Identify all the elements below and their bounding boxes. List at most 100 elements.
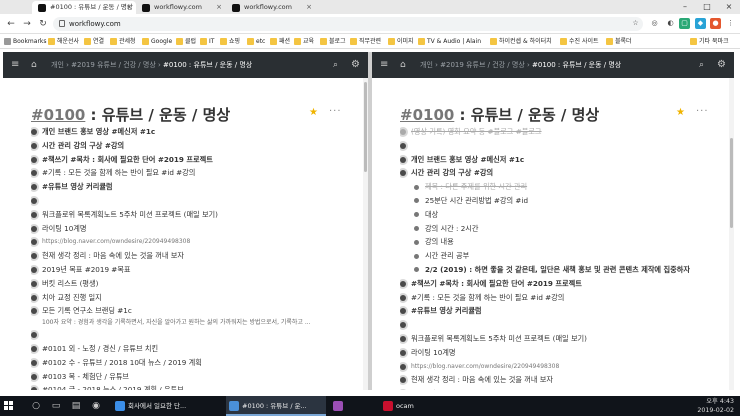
task-view-icon[interactable]: ▭ — [50, 400, 62, 412]
list-item[interactable]: 현재 생각 정리 : 마음 속에 있는 것을 꺼내 보자 — [31, 249, 356, 263]
list-item[interactable]: 모든 기록 연구소 브랜딩 #1c — [31, 304, 356, 318]
title-tag[interactable]: #0100 — [31, 106, 85, 124]
gear-icon[interactable]: ⚙ — [351, 52, 360, 78]
list-item-text[interactable]: #기록 : 모든 것을 함께 하는 반이 필요 #id #강의 — [42, 166, 195, 180]
title-tag[interactable]: #0100 — [400, 106, 454, 124]
bullet-icon[interactable] — [400, 129, 406, 135]
list-item[interactable]: (영상 기록) 영화 요약 등 #블로그 #블로그 — [400, 125, 725, 139]
list-item-note[interactable]: 100자 요약 : 경험과 생각을 기록하면서, 자신을 알아가고 원하는 삶의… — [31, 318, 356, 328]
bookmark-item[interactable]: Google — [142, 34, 172, 48]
scrollbar-thumb[interactable] — [364, 82, 367, 172]
bullet-icon[interactable] — [414, 267, 419, 273]
bullet-icon[interactable] — [414, 184, 419, 190]
extension-icon[interactable]: ◎ — [649, 18, 660, 29]
bullet-icon[interactable] — [400, 142, 406, 149]
list-item[interactable]: 현재 생각 정리 : 마음 속에 있는 것을 꺼내 보자 — [400, 373, 725, 387]
list-item[interactable]: #0102 수 - 유튜브 / 2018 10대 뉴스 / 2019 계획 — [31, 356, 356, 370]
bookmark-item[interactable]: 클럽 — [176, 34, 196, 48]
more-options-icon[interactable]: ··· — [696, 106, 709, 117]
list-item-text[interactable]: https://blog.naver.com/owndesire/2209494… — [411, 360, 559, 374]
list-item-text[interactable]: 현재 생각 정리 : 마음 속에 있는 것을 꺼내 보자 — [411, 373, 553, 387]
list-item[interactable]: 워크플로위 목록계획노트 5주차 미션 프로젝트 (매일 보기) — [31, 208, 356, 222]
breadcrumb-item[interactable]: 개인 — [420, 61, 433, 69]
list-item[interactable]: 워크플로위 목록계획노트 5주차 미션 프로젝트 (매일 보기) — [400, 332, 725, 346]
bullet-icon[interactable] — [31, 239, 37, 246]
list-item-text[interactable]: https://blog.naver.com/owndesire/2209494… — [42, 235, 190, 249]
list-item-text[interactable]: 개인 브랜드 홍보 영상 #메신저 #1c — [411, 153, 524, 167]
reload-icon[interactable]: ↻ — [36, 17, 50, 31]
bullet-icon[interactable] — [31, 359, 37, 366]
bookmark-item[interactable]: 해운선사 — [48, 34, 79, 48]
system-tray[interactable]: 오후 4:43 2019-02-02 — [697, 397, 734, 415]
bullet-icon[interactable] — [414, 212, 419, 218]
list-item[interactable]: 라이팅 10계명 — [400, 346, 725, 360]
bookmark-item[interactable]: 수진 사이트 — [560, 34, 599, 48]
bullet-icon[interactable] — [400, 294, 406, 301]
list-item[interactable]: 시간 관리 강의 구상 #강의 — [400, 166, 725, 180]
close-tab-icon[interactable]: × — [216, 1, 222, 14]
extension-icon[interactable]: ● — [710, 18, 721, 29]
bookmark-item[interactable]: 직무관련 — [350, 34, 381, 48]
taskbar-app-active[interactable]: #0100 : 유튜브 / 운... — [226, 396, 326, 416]
list-item-text[interactable]: 강의 시간 : 2시간 — [425, 222, 479, 236]
bookmark-item[interactable]: Bookmarks — [4, 34, 47, 48]
bullet-icon[interactable] — [31, 211, 37, 218]
list-item-text[interactable]: 개인 브랜드 홍보 영상 #메신저 #1c — [42, 125, 155, 139]
list-item[interactable]: 강의 내용 — [400, 235, 725, 249]
list-item[interactable] — [400, 318, 725, 332]
minimize-icon[interactable]: – — [674, 0, 696, 14]
list-item[interactable]: 2/2 (2019) : 하면 좋을 것 같은데, 일단은 새책 홍보 및 관련… — [400, 263, 725, 277]
list-item[interactable]: https://blog.naver.com/owndesire/2209494… — [31, 235, 356, 249]
bullet-icon[interactable] — [31, 184, 37, 191]
url-input[interactable]: workflowy.com — [53, 17, 643, 31]
bullet-icon[interactable] — [400, 335, 406, 342]
list-item[interactable]: #유튜브 영상 커리큘럼 — [400, 304, 725, 318]
bullet-icon[interactable] — [400, 170, 406, 177]
bullet-icon[interactable] — [31, 308, 37, 315]
bullet-icon[interactable] — [31, 373, 37, 380]
list-item-text[interactable]: 현재 생각 정리 : 마음 속에 있는 것을 꺼내 보자 — [42, 249, 184, 263]
bookmark-item[interactable]: 블로그 — [320, 34, 346, 48]
list-item-text[interactable]: #0103 목 - 체험단 / 유튜브 — [42, 370, 129, 384]
more-options-icon[interactable]: ··· — [329, 106, 342, 117]
file-explorer-icon[interactable]: ▤ — [70, 400, 82, 412]
list-item[interactable]: 라이팅 10계명 — [31, 222, 356, 236]
list-item[interactable]: #0104 금 - 2018 뉴스 / 2019 계획 / 유튜브 — [31, 383, 356, 390]
tab-2[interactable]: workflowy.com × — [136, 1, 226, 14]
close-tab-icon[interactable]: × — [126, 1, 132, 14]
list-item-text[interactable]: 시간 관리 강의 구상 #강의 — [42, 139, 124, 153]
list-item[interactable]: #0101 외 - 노정 / 경신 / 유튜브 치킨 — [31, 342, 356, 356]
list-item[interactable]: 강의 시간 : 2시간 — [400, 222, 725, 236]
bookmark-star-icon[interactable]: ☆ — [630, 18, 641, 29]
page-title[interactable]: #0100 : 유튜브 / 운동 / 명상 — [31, 104, 230, 125]
tab-active[interactable]: #0100 : 유튜브 / 운동 / 명상 × — [32, 1, 136, 14]
gear-icon[interactable]: ⚙ — [717, 52, 726, 78]
list-item-text[interactable]: 시간 관리 공부 — [425, 249, 469, 263]
breadcrumb-item[interactable]: 개인 — [51, 61, 64, 69]
bookmark-item[interactable]: 기타 북마크 — [690, 34, 729, 48]
list-item-text[interactable]: #책쓰기 #목차 : 회사에 필요한 단어 #2019 프로젝트 — [411, 277, 582, 291]
list-item-text[interactable]: 100자 요약 : 경험과 생각을 기록하면서, 자신을 알아가고 원하는 삶의… — [42, 318, 311, 328]
list-item-text[interactable]: #유튜브 영상 커리큘럼 — [42, 180, 113, 194]
menu-icon[interactable]: ≡ — [380, 52, 388, 78]
bullet-icon[interactable] — [31, 142, 37, 149]
list-item-text[interactable]: (영상 기록) 영화 요약 등 #블로그 #블로그 — [411, 125, 542, 139]
list-item[interactable]: #책쓰기 #목차 : 회사에 필요한 단어 #2019 프로젝트 — [400, 277, 725, 291]
bullet-icon[interactable] — [31, 197, 37, 204]
scrollbar-thumb[interactable] — [730, 138, 733, 228]
list-item[interactable]: 개인 브랜드 홍보 영상 #메신저 #1c — [31, 125, 356, 139]
forward-icon[interactable]: → — [20, 17, 34, 31]
list-item[interactable]: 시간 관리 강의 구상 #강의 — [31, 139, 356, 153]
bookmark-item[interactable]: 관세청 — [110, 34, 136, 48]
close-tab-icon[interactable]: × — [306, 1, 312, 14]
home-icon[interactable]: ⌂ — [400, 52, 406, 78]
list-item[interactable]: 시간 관리 공부 — [400, 249, 725, 263]
bullet-icon[interactable] — [400, 377, 406, 384]
list-item-text[interactable]: 워크플로위 목록계획노트 5주차 미션 프로젝트 (매일 보기) — [411, 332, 587, 346]
bullet-icon[interactable] — [31, 294, 37, 301]
bookmark-item[interactable]: 블록더 — [606, 34, 632, 48]
list-item-text[interactable]: 라이팅 10계명 — [42, 222, 87, 236]
list-item[interactable]: 개인 브랜드 홍보 영상 #메신저 #1c — [400, 153, 725, 167]
bullet-icon[interactable] — [400, 156, 406, 163]
bullet-icon[interactable] — [400, 349, 406, 356]
